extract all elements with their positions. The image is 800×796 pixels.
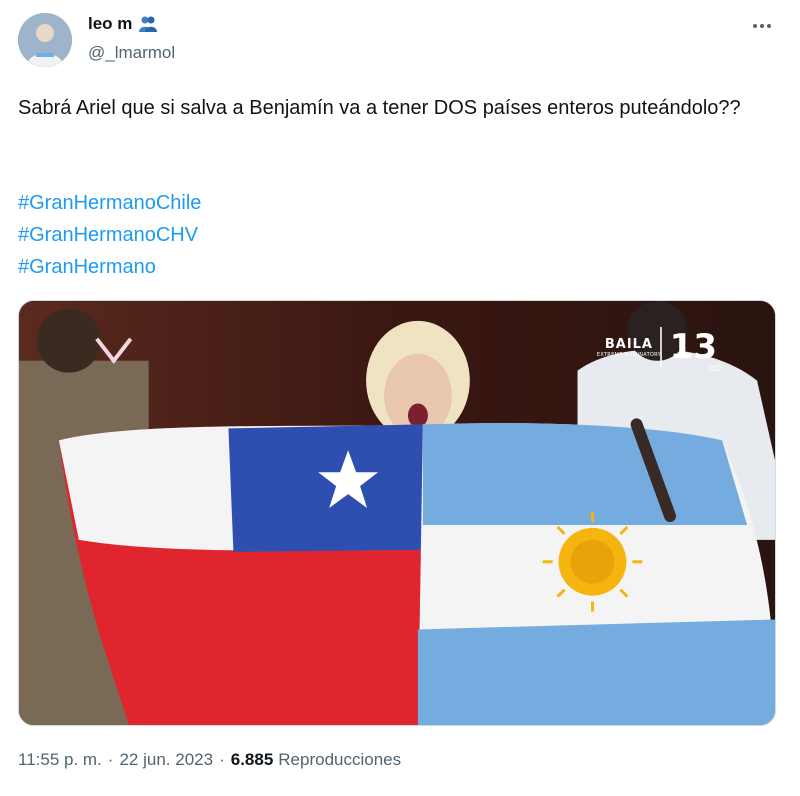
more-options-button[interactable]: [748, 14, 776, 38]
hashtag-link[interactable]: #GranHermanoCHV: [18, 219, 201, 251]
display-name[interactable]: leo m: [88, 14, 132, 34]
channel-badge-subtitle: EXTREME ELIMINATORY: [596, 352, 661, 358]
more-dot-icon: [760, 24, 764, 28]
tweet-metadata: 11:55 p. m. · 22 jun. 2023 · 6.885 Repro…: [18, 750, 401, 770]
hashtag-link[interactable]: #GranHermano: [18, 251, 201, 283]
separator-dot: ·: [219, 750, 225, 769]
tweet-media-image[interactable]: BAILA EXTREME ELIMINATORY 13 HD: [18, 300, 776, 726]
more-dot-icon: [753, 24, 757, 28]
avatar[interactable]: [18, 13, 72, 67]
separator-dot: ·: [107, 750, 114, 769]
channel-badge-title: BAILA: [604, 337, 653, 352]
channel-badge: BAILA EXTREME ELIMINATORY: [597, 337, 661, 358]
channel-logo: 13 HD: [659, 327, 721, 373]
user-handle[interactable]: @_lmarmol: [88, 43, 175, 63]
channel-number: 13: [669, 327, 717, 367]
people-hugging-icon: [138, 14, 158, 34]
hashtag-link[interactable]: #GranHermanoChile: [18, 187, 201, 219]
more-dot-icon: [767, 24, 771, 28]
avatar-image: [18, 13, 72, 67]
tweet-date[interactable]: 22 jun. 2023: [119, 750, 213, 770]
tweet-text: Sabrá Ariel que si salva a Benjamín va a…: [18, 97, 741, 119]
channel-number-sub: HD: [708, 364, 721, 373]
name-row: leo m: [88, 14, 158, 34]
views-label: Reproducciones: [278, 750, 402, 769]
tweet-time[interactable]: 11:55 p. m.: [18, 750, 102, 770]
views-count: 6.885: [230, 750, 274, 769]
tweet-card: leo m @_lmarmol Sabrá Ariel que si salva…: [0, 0, 800, 796]
hashtag-list: #GranHermanoChile #GranHermanoCHV #GranH…: [18, 187, 201, 283]
